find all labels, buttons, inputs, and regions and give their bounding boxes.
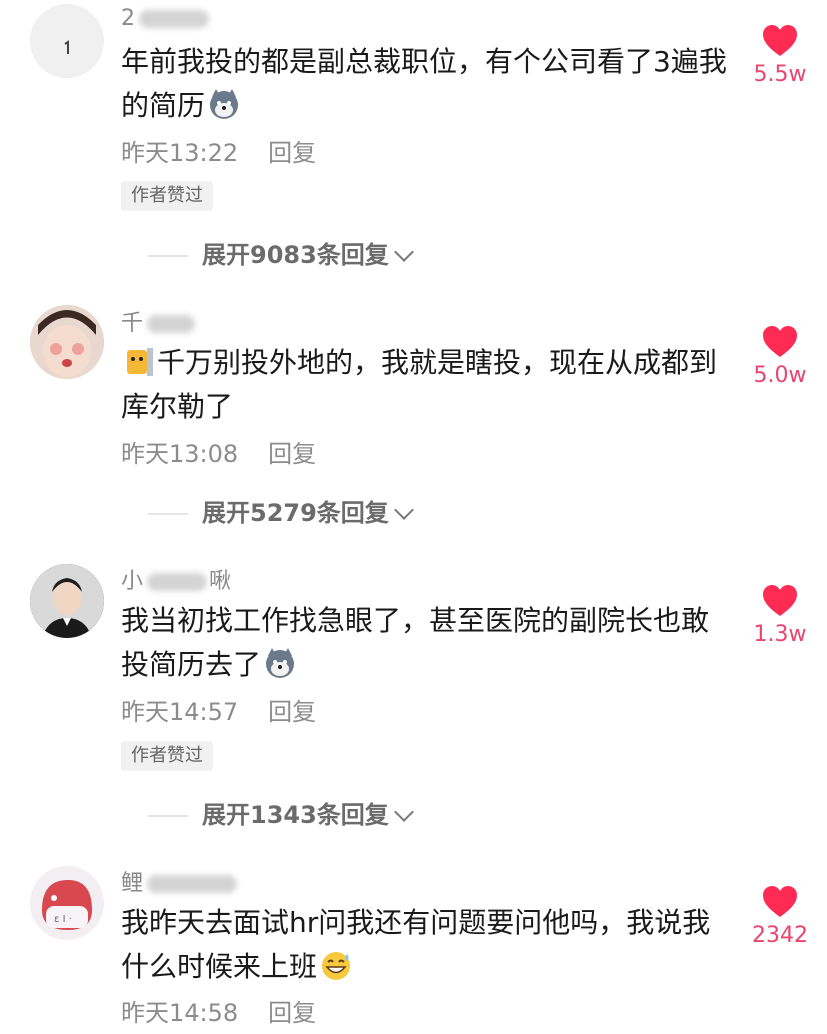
reply-button[interactable]: 回复 xyxy=(268,139,316,167)
username-tail: 啾 xyxy=(209,569,232,594)
like-count: 1.3w xyxy=(753,622,807,647)
comment-meta: 昨天13:08 回复 xyxy=(121,437,316,471)
username[interactable]: 鲤 xyxy=(121,869,238,899)
avatar[interactable] xyxy=(30,564,104,638)
avatar[interactable] xyxy=(30,4,104,78)
comment-meta: 昨天14:58 回复 xyxy=(121,996,316,1030)
timestamp: 昨天14:57 xyxy=(121,698,239,726)
avatar[interactable]: ε I · xyxy=(30,866,104,940)
comment-body: 我昨天去面试hr问我还有问题要问他吗，我说我什么时候来上班 xyxy=(121,906,711,983)
expand-replies-button[interactable]: 展开5279条回复 xyxy=(0,496,414,530)
svg-text:ε I ·: ε I · xyxy=(54,914,72,925)
divider xyxy=(148,513,188,515)
like-button[interactable]: 5.0w xyxy=(740,325,820,388)
username-text: 鲤 xyxy=(121,871,144,896)
like-button[interactable]: 2342 xyxy=(740,885,820,948)
comment-text: 千万别投外地的，我就是瞎投，现在从成都到库尔勒了 xyxy=(121,341,731,429)
timestamp: 昨天14:58 xyxy=(121,999,239,1027)
like-count: 5.5w xyxy=(753,62,807,87)
username-text: 2 xyxy=(121,6,135,31)
divider xyxy=(148,815,188,817)
author-liked-badge: 作者赞过 xyxy=(121,181,213,211)
comment-meta: 昨天14:57 回复 xyxy=(121,695,316,729)
avatar-image xyxy=(30,564,104,638)
expand-replies-label: 展开1343条回复 xyxy=(202,801,389,829)
heart-icon xyxy=(763,25,797,56)
timestamp: 昨天13:22 xyxy=(121,139,239,167)
comment-text: 我昨天去面试hr问我还有问题要问他吗，我说我什么时候来上班 xyxy=(121,901,731,989)
comment-body: 我当初找工作找急眼了，甚至医院的副院长也敢投简历去了 xyxy=(121,604,710,681)
username[interactable]: 2 xyxy=(121,4,209,34)
expand-replies-button[interactable]: 展开1343条回复 xyxy=(0,798,414,832)
username[interactable]: 千 xyxy=(121,309,196,339)
comment-body: 千万别投外地的，我就是瞎投，现在从成都到库尔勒了 xyxy=(121,346,718,423)
divider xyxy=(148,255,188,257)
wolf-emoji-icon xyxy=(210,89,239,119)
avatar-image xyxy=(30,305,104,379)
chevron-down-icon xyxy=(393,242,414,262)
avatar[interactable] xyxy=(30,305,104,379)
author-liked-badge: 作者赞过 xyxy=(121,741,213,771)
like-button[interactable]: 5.5w xyxy=(740,24,820,87)
username[interactable]: 小啾 xyxy=(121,567,231,597)
expand-replies-label: 展开5279条回复 xyxy=(202,499,389,527)
timestamp: 昨天13:08 xyxy=(121,440,239,468)
username-text: 小 xyxy=(121,569,144,594)
heart-icon xyxy=(763,886,797,917)
avatar-image xyxy=(30,4,104,78)
chevron-down-icon xyxy=(393,500,414,520)
heart-icon xyxy=(763,585,797,616)
grin-sweat-emoji-icon xyxy=(322,952,351,980)
comment-text: 年前我投的都是副总裁职位，有个公司看了3遍我的简历 xyxy=(121,40,731,128)
chevron-down-icon xyxy=(393,802,414,822)
expand-replies-button[interactable]: 展开9083条回复 xyxy=(0,238,414,272)
comment-meta: 昨天13:22 回复 xyxy=(121,136,316,170)
reply-button[interactable]: 回复 xyxy=(268,440,316,468)
like-button[interactable]: 1.3w xyxy=(740,584,820,647)
cat-box-emoji-icon xyxy=(127,348,153,376)
reply-button[interactable]: 回复 xyxy=(268,698,316,726)
expand-replies-label: 展开9083条回复 xyxy=(202,241,389,269)
comment-text: 我当初找工作找急眼了，甚至医院的副院长也敢投简历去了 xyxy=(121,599,731,687)
wolf-emoji-icon xyxy=(266,648,295,678)
avatar-image: ε I · xyxy=(30,866,104,940)
like-count: 5.0w xyxy=(753,363,807,388)
reply-button[interactable]: 回复 xyxy=(268,999,316,1027)
username-text: 千 xyxy=(121,311,144,336)
like-count: 2342 xyxy=(752,923,808,948)
heart-icon xyxy=(763,326,797,357)
